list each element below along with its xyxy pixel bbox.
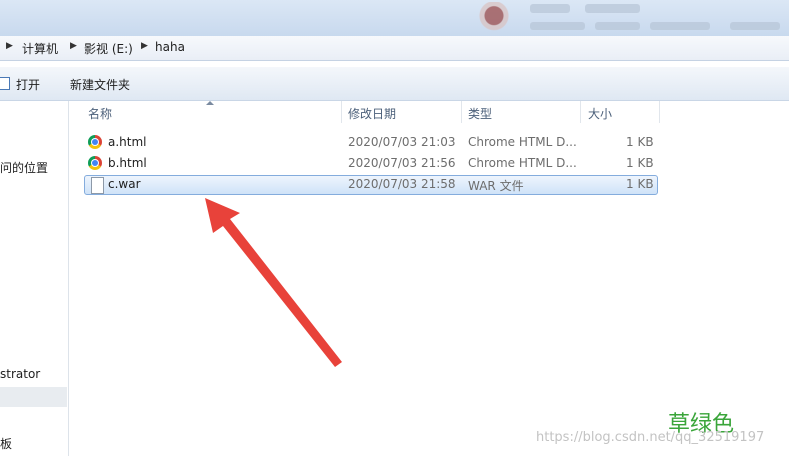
watermark: https://blog.csdn.net/qq_32519197 [536, 430, 765, 445]
annotation-arrow [205, 198, 342, 367]
arrow-shape [205, 198, 342, 367]
